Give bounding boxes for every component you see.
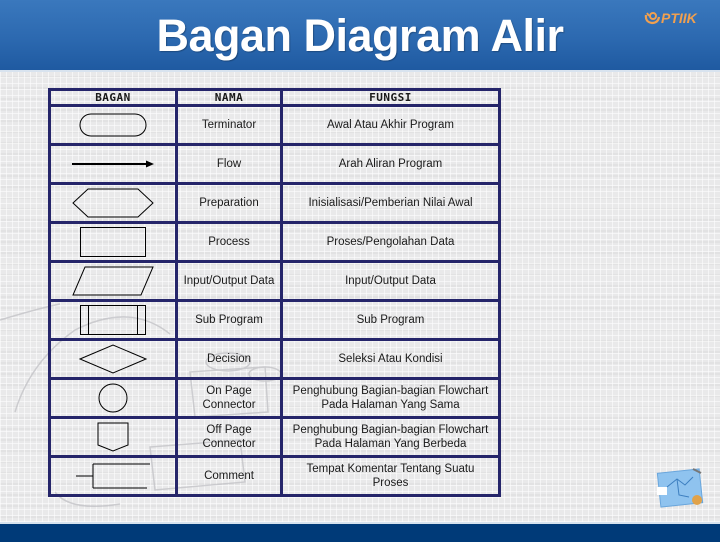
- sub-program-symbol-icon: [80, 305, 146, 335]
- fungsi-cell: Inisialisasi/Pemberian Nilai Awal: [280, 182, 501, 224]
- fungsi-cell: Penghubung Bagian-bagian Flowchart Pada …: [280, 377, 501, 419]
- nama-line-1: On Page: [206, 385, 252, 397]
- on-page-connector-circle-symbol-icon: [98, 383, 128, 413]
- comment-bracket-symbol-icon: [76, 463, 150, 489]
- fungsi-line-2: Proses: [372, 477, 409, 489]
- nama-cell: Off Page Connector: [175, 416, 283, 458]
- nama-cell: On Page Connector: [175, 377, 283, 419]
- fungsi-cell: Sub Program: [280, 299, 501, 341]
- table-row: On Page Connector Penghubung Bagian-bagi…: [48, 377, 501, 419]
- nama-cell: Decision: [175, 338, 283, 380]
- flowchart-paper-illustration: [656, 468, 704, 508]
- fungsi-cell: Tempat Komentar Tentang Suatu Proses: [280, 455, 501, 497]
- bagan-cell: [48, 338, 178, 380]
- nama-cell: Process: [175, 221, 283, 263]
- table-row: Terminator Awal Atau Akhir Program: [48, 104, 501, 146]
- bagan-cell: [48, 221, 178, 263]
- ptiik-logo: PTIIK: [644, 8, 697, 28]
- table-row: Flow Arah Aliran Program: [48, 143, 501, 185]
- fungsi-cell: Proses/Pengolahan Data: [280, 221, 501, 263]
- slide-footer-bar: [0, 522, 720, 542]
- fungsi-cell: Awal Atau Akhir Program: [280, 104, 501, 146]
- table-row: Preparation Inisialisasi/Pemberian Nilai…: [48, 182, 501, 224]
- table-row: Off Page Connector Penghubung Bagian-bag…: [48, 416, 501, 458]
- decision-diamond-symbol-icon: [78, 344, 148, 374]
- nama-line-2: Connector: [202, 399, 256, 411]
- table-row: Decision Seleksi Atau Kondisi: [48, 338, 501, 380]
- slide-title: Bagan Diagram Alir: [156, 10, 564, 61]
- logo-emblem-icon: [644, 12, 660, 25]
- bagan-cell: [48, 182, 178, 224]
- fungsi-cell: Penghubung Bagian-bagian Flowchart Pada …: [280, 416, 501, 458]
- header-fungsi: FUNGSI: [280, 88, 501, 107]
- off-page-connector-symbol-icon: [97, 422, 129, 452]
- bagan-cell: [48, 104, 178, 146]
- fungsi-cell: Arah Aliran Program: [280, 143, 501, 185]
- terminator-symbol-icon: [79, 113, 147, 137]
- table-row: Process Proses/Pengolahan Data: [48, 221, 501, 263]
- nama-cell: Input/Output Data: [175, 260, 283, 302]
- input-output-parallelogram-symbol-icon: [72, 266, 154, 296]
- fungsi-line-2: Pada Halaman Yang Berbeda: [314, 438, 467, 450]
- bagan-cell: [48, 377, 178, 419]
- flowchart-symbols-table: BAGAN NAMA FUNGSI Terminator Awal Atau A…: [48, 88, 501, 497]
- nama-line-2: Connector: [202, 438, 256, 450]
- bagan-cell: [48, 299, 178, 341]
- fungsi-cell: Seleksi Atau Kondisi: [280, 338, 501, 380]
- nama-cell: Preparation: [175, 182, 283, 224]
- process-rectangle-symbol-icon: [80, 227, 146, 257]
- nama-line-1: Off Page: [206, 424, 252, 436]
- table-row: Comment Tempat Komentar Tentang Suatu Pr…: [48, 455, 501, 497]
- table-header-row: BAGAN NAMA FUNGSI: [48, 88, 501, 107]
- nama-cell: Terminator: [175, 104, 283, 146]
- header-bagan: BAGAN: [48, 88, 178, 107]
- fungsi-line-1: Penghubung Bagian-bagian Flowchart: [292, 424, 489, 436]
- header-nama: NAMA: [175, 88, 283, 107]
- bagan-cell: [48, 143, 178, 185]
- nama-cell: Comment: [175, 455, 283, 497]
- bagan-cell: [48, 260, 178, 302]
- nama-cell: Sub Program: [175, 299, 283, 341]
- flow-arrow-symbol-icon: [72, 160, 154, 168]
- fungsi-line-2: Pada Halaman Yang Sama: [321, 399, 460, 411]
- table-row: Input/Output Data Input/Output Data: [48, 260, 501, 302]
- fungsi-cell: Input/Output Data: [280, 260, 501, 302]
- preparation-hexagon-symbol-icon: [72, 188, 154, 218]
- table-row: Sub Program Sub Program: [48, 299, 501, 341]
- slide-header: Bagan Diagram Alir PTIIK: [0, 0, 720, 72]
- fungsi-line-1: Tempat Komentar Tentang Suatu: [306, 463, 475, 475]
- nama-cell: Flow: [175, 143, 283, 185]
- logo-text: PTIIK: [661, 10, 697, 26]
- fungsi-line-1: Penghubung Bagian-bagian Flowchart: [292, 385, 489, 397]
- bagan-cell: [48, 455, 178, 497]
- bagan-cell: [48, 416, 178, 458]
